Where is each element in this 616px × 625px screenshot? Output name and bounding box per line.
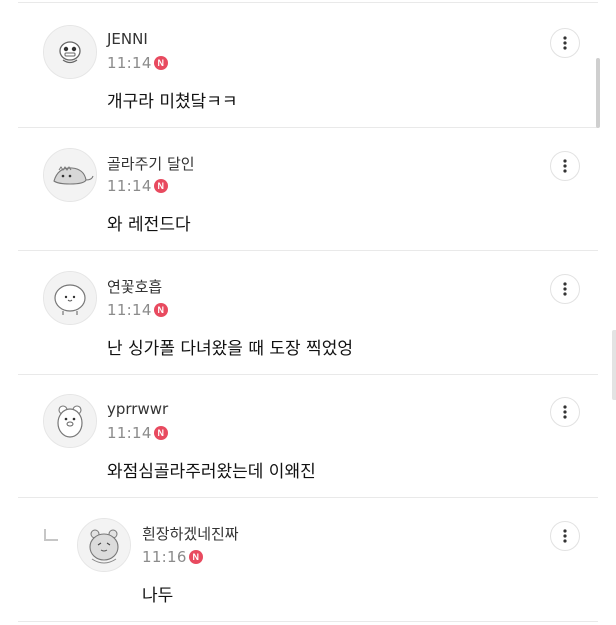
hamster-character-icon <box>78 519 130 571</box>
more-options-button[interactable] <box>550 397 580 427</box>
reply-meta: 11:16 N <box>142 547 203 567</box>
more-vertical-icon <box>563 529 567 543</box>
scrollbar-thumb[interactable] <box>596 58 600 128</box>
new-badge: N <box>153 179 168 193</box>
comment-time: 11:14 <box>107 177 152 195</box>
comment-item: 연꽃호흡 11:14 N 난 싱가폴 다녀왔을 때 도장 찍었엉 <box>0 251 616 375</box>
comment-item: yprrwwr 11:14 N 와점심골라주러왔는데 이왜진 <box>0 375 616 497</box>
bear-character-icon <box>44 395 96 447</box>
comment-meta: 11:14 N <box>107 176 168 196</box>
comment-meta: 11:14 N <box>107 423 168 443</box>
reply-text: 나두 <box>142 586 174 606</box>
new-badge: N <box>153 426 168 440</box>
more-vertical-icon <box>563 159 567 173</box>
comment-item: JENNI 11:14 N 개구라 미쳤닼ㅋㅋ <box>0 0 616 128</box>
round-blob-character-icon <box>44 272 96 324</box>
comment-list: JENNI 11:14 N 개구라 미쳤닼ㅋㅋ 골라주기 달인 11:14 N … <box>0 0 616 625</box>
more-vertical-icon <box>563 36 567 50</box>
cartoon-character-icon <box>44 26 96 78</box>
comment-item: 골라주기 달인 11:14 N 와 레전드다 <box>0 128 616 251</box>
comment-meta: 11:14 N <box>107 300 168 320</box>
comment-nickname[interactable]: JENNI <box>107 30 148 48</box>
avatar[interactable] <box>43 271 97 325</box>
dinosaur-character-icon <box>44 149 96 201</box>
avatar[interactable] <box>43 148 97 202</box>
reply-indicator-icon <box>44 529 58 541</box>
new-badge: N <box>188 550 203 564</box>
avatar[interactable] <box>77 518 131 572</box>
new-badge: N <box>153 56 168 70</box>
more-options-button[interactable] <box>550 274 580 304</box>
new-badge: N <box>153 303 168 317</box>
comment-nickname[interactable]: yprrwwr <box>107 400 168 418</box>
comment-nickname[interactable]: 골라주기 달인 <box>107 153 195 174</box>
comment-meta: 11:14 N <box>107 53 168 73</box>
avatar[interactable] <box>43 25 97 79</box>
more-vertical-icon <box>563 282 567 296</box>
avatar[interactable] <box>43 394 97 448</box>
divider <box>18 621 598 622</box>
comment-text: 와 레전드다 <box>107 215 191 235</box>
comment-time: 11:14 <box>107 301 152 319</box>
more-options-button[interactable] <box>550 151 580 181</box>
more-options-button[interactable] <box>550 28 580 58</box>
edge-panel-handle[interactable] <box>612 330 616 400</box>
comment-time: 11:14 <box>107 54 152 72</box>
reply-nickname[interactable]: 흰장하겠네진짜 <box>142 523 239 544</box>
comment-text: 와점심골라주러왔는데 이왜진 <box>107 462 316 482</box>
comment-text: 난 싱가폴 다녀왔을 때 도장 찍었엉 <box>107 339 353 359</box>
more-options-button[interactable] <box>550 521 580 551</box>
reply-item: 흰장하겠네진짜 11:16 N 나두 <box>0 498 616 622</box>
comment-nickname[interactable]: 연꽃호흡 <box>107 276 162 297</box>
comment-time: 11:14 <box>107 424 152 442</box>
reply-time: 11:16 <box>142 548 187 566</box>
comment-text: 개구라 미쳤닼ㅋㅋ <box>107 92 238 112</box>
more-vertical-icon <box>563 405 567 419</box>
